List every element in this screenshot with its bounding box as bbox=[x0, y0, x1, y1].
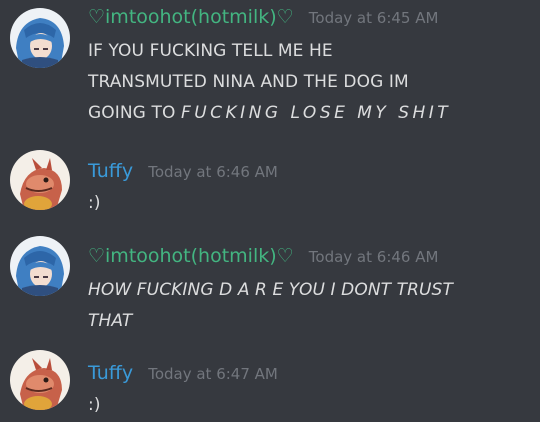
message-line: :) bbox=[88, 395, 101, 415]
message-text-plain: GOING TO bbox=[88, 103, 181, 123]
message-text: IF YOU FUCKING TELL ME HE TRANSMUTED NIN… bbox=[88, 36, 533, 129]
avatar-tuffy[interactable] bbox=[10, 350, 70, 410]
username[interactable]: ♡imtoohot(hotmilk)♡ bbox=[88, 245, 294, 267]
username[interactable]: ♡imtoohot(hotmilk)♡ bbox=[88, 6, 294, 28]
message-text: HOW FUCKING D A R E YOU I DONT TRUST THA… bbox=[88, 275, 533, 337]
avatar-hotmilk[interactable] bbox=[10, 236, 70, 296]
message-line: HOW FUCKING D A R E YOU I DONT TRUST bbox=[88, 280, 453, 300]
message-text: :) bbox=[88, 188, 533, 219]
username[interactable]: Tuffy bbox=[88, 362, 133, 384]
anime-girl-avatar-icon bbox=[10, 236, 70, 296]
message-line: IF YOU FUCKING TELL ME HE bbox=[88, 41, 333, 61]
message-text: :) bbox=[88, 390, 533, 421]
message-text-italic-spaced: FUCKING LOSE MY SHIT bbox=[180, 103, 452, 123]
avatar-tuffy[interactable] bbox=[10, 150, 70, 210]
message-line: TRANSMUTED NINA AND THE DOG IM bbox=[88, 72, 409, 92]
timestamp: Today at 6:47 AM bbox=[148, 365, 278, 383]
chat-messages: ♡imtoohot(hotmilk)♡ Today at 6:45 AM IF … bbox=[0, 0, 540, 422]
message-line: :) bbox=[88, 193, 101, 213]
timestamp: Today at 6:46 AM bbox=[148, 163, 278, 181]
message-line: GOING TO FUCKING LOSE MY SHIT bbox=[88, 98, 533, 129]
timestamp: Today at 6:46 AM bbox=[308, 248, 439, 266]
dragon-avatar-icon bbox=[10, 350, 70, 410]
dragon-avatar-icon bbox=[10, 150, 70, 210]
timestamp: Today at 6:45 AM bbox=[308, 9, 439, 27]
message-line: THAT bbox=[88, 311, 133, 331]
anime-girl-avatar-icon bbox=[10, 8, 70, 68]
username[interactable]: Tuffy bbox=[88, 160, 133, 182]
avatar-hotmilk[interactable] bbox=[10, 8, 70, 68]
